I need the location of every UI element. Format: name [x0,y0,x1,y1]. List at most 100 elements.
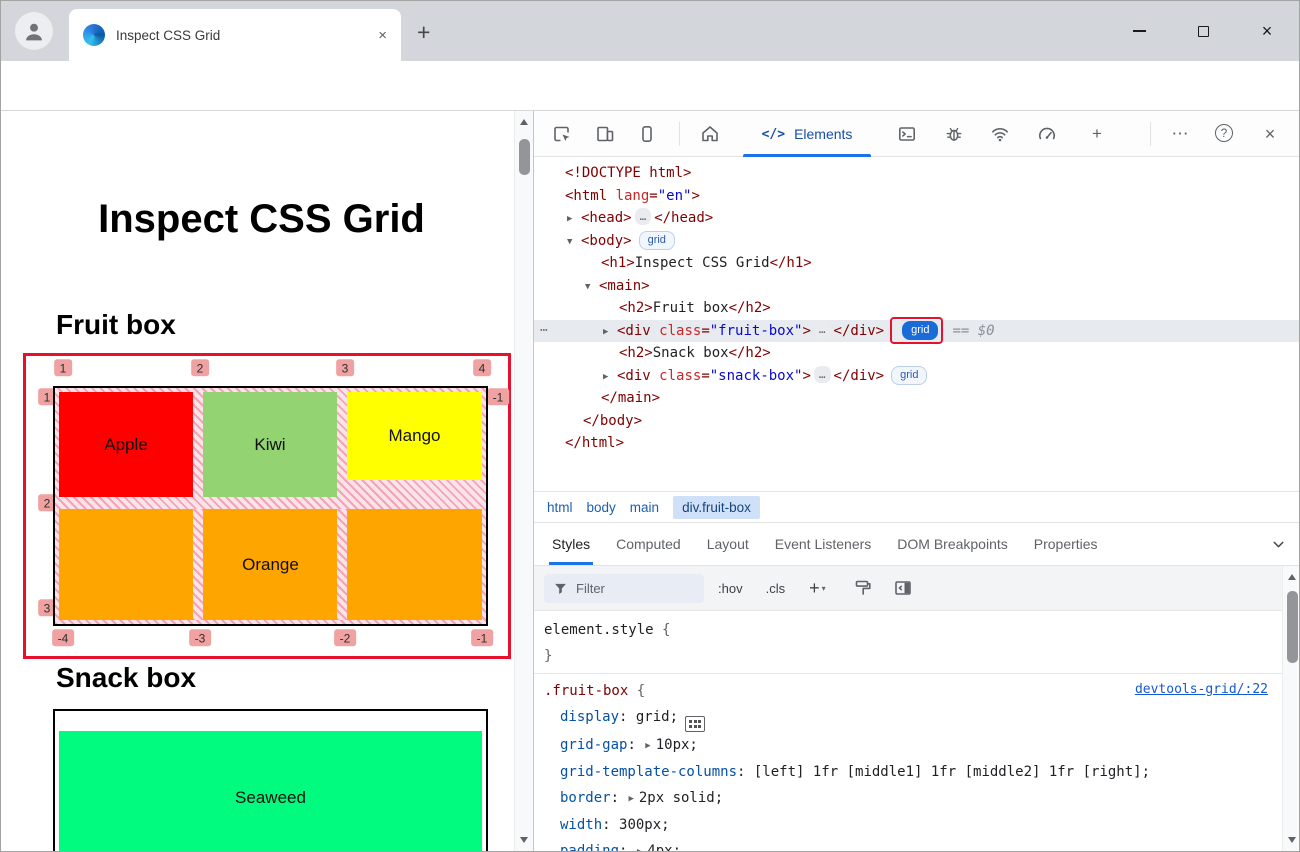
css-property[interactable]: display: grid; [534,704,1282,732]
expand-shorthand-icon[interactable]: ▶ [637,839,642,852]
css-colon: : [619,843,636,852]
breadcrumb-html[interactable]: html [547,500,573,515]
add-tools-icon[interactable]: + [1087,124,1107,144]
scroll-down-icon[interactable] [520,837,528,843]
close-devtools-icon[interactable]: × [1260,124,1280,144]
more-tools-icon[interactable]: ⋯ [1170,124,1190,144]
dom-code-text: </div> [834,323,885,339]
help-icon[interactable]: ? [1215,124,1235,144]
tab-computed[interactable]: Computed [616,523,681,565]
edge-logo-icon [83,24,105,46]
expand-arrow-icon[interactable]: ▶ [603,321,617,344]
inline-expand-icon[interactable]: … [635,208,652,225]
css-property[interactable]: border: ▶2px solid; [534,785,1282,812]
toggle-hover-state-button[interactable]: :hov [718,581,743,596]
dom-tree-row[interactable]: ⋯▶<div class="fruit-box">…</div>grid== $… [534,320,1300,343]
format-paint-icon[interactable] [853,578,873,598]
chevron-down-icon[interactable] [1270,536,1287,553]
toggle-sidebar-icon[interactable] [893,578,913,598]
dom-code-text: <h1> [601,255,635,271]
dom-tree-row[interactable]: <html lang="en"> [534,185,1300,208]
css-property-list: display: grid;grid-gap: ▶10px;grid-templ… [534,704,1282,852]
console-icon[interactable] [897,124,917,144]
tab-layout[interactable]: Layout [707,523,749,565]
css-colon: : [611,790,628,806]
scrollbar-thumb[interactable] [1287,591,1298,663]
expand-arrow-icon[interactable]: ▶ [567,208,581,231]
dom-tree-row[interactable]: ▼<body>grid [534,230,1300,253]
issues-bug-icon[interactable] [944,124,964,144]
expand-arrow-icon[interactable]: ▶ [603,366,617,389]
panel-layout-icon[interactable] [637,124,657,144]
breadcrumb-main[interactable]: main [630,500,659,515]
tab-properties[interactable]: Properties [1034,523,1098,565]
breadcrumb: html body main div.fruit-box [534,491,1300,523]
toggle-class-button[interactable]: .cls [766,581,786,596]
page-scrollbar[interactable] [514,111,533,852]
fruit-box-style-rule[interactable]: devtools-grid/:22 .fruit-box { display: … [534,674,1282,852]
collapse-arrow-icon[interactable]: ▼ [585,276,599,299]
maximize-button[interactable] [1171,1,1235,61]
css-property-value: 2px solid; [639,790,723,806]
new-style-rule-button[interactable]: + [809,578,820,599]
dom-tree-row[interactable]: </body> [534,410,1300,433]
dom-tree-row[interactable]: <h1>Inspect CSS Grid</h1> [534,252,1300,275]
grid-editor-icon[interactable] [685,716,705,732]
welcome-home-icon[interactable] [700,124,720,144]
grid-badge[interactable]: grid [891,366,927,385]
scrollbar-thumb[interactable] [519,139,530,175]
performance-icon[interactable] [1037,124,1057,144]
css-colon: : [737,764,754,780]
dom-tree-row[interactable]: ▶<div class="snack-box">…</div>grid [534,365,1300,388]
tab-styles[interactable]: Styles [552,523,590,565]
dom-code-text: == $0 [952,323,994,339]
grid-badge[interactable]: grid [639,231,675,250]
annotation-red-box: grid [890,317,943,344]
css-property[interactable]: grid-gap: ▶10px; [534,732,1282,759]
inline-expand-icon[interactable]: … [814,366,831,383]
tab-close-icon[interactable]: × [378,27,387,44]
device-emulation-icon[interactable] [595,124,615,144]
inspect-icon[interactable] [552,124,572,144]
css-property[interactable]: padding: ▶4px; [534,838,1282,852]
breadcrumb-div-fruit-box[interactable]: div.fruit-box [673,496,760,519]
breadcrumb-body[interactable]: body [587,500,616,515]
collapse-arrow-icon[interactable]: ▼ [567,231,581,254]
dom-row-actions-icon[interactable]: ⋯ [540,320,548,343]
dom-tree-row[interactable]: <h2>Snack box</h2> [534,342,1300,365]
tab-dom-breakpoints[interactable]: DOM Breakpoints [897,523,1007,565]
close-icon: × [1262,22,1273,40]
inline-expand-icon[interactable]: … [814,321,831,338]
expand-shorthand-icon[interactable]: ▶ [645,733,650,759]
scroll-down-icon[interactable] [1288,837,1296,843]
network-conditions-icon[interactable] [990,124,1010,144]
scroll-up-icon[interactable] [1288,574,1296,580]
dom-tree-row[interactable]: <!DOCTYPE html> [534,162,1300,185]
grid-badge-active[interactable]: grid [902,321,938,340]
dom-tree-row[interactable]: </main> [534,387,1300,410]
browser-tab[interactable]: Inspect CSS Grid × [69,9,401,61]
styles-scrollbar[interactable] [1282,566,1300,852]
dom-code-text: <div [617,323,659,339]
css-property[interactable]: grid-template-columns: [left] 1fr [middl… [534,759,1282,785]
source-link[interactable]: devtools-grid/:22 [1135,682,1268,697]
minimize-button[interactable] [1107,1,1171,61]
tab-elements[interactable]: </> Elements [737,111,877,157]
dom-tree-row[interactable]: ▼<main> [534,275,1300,298]
css-property[interactable]: width: 300px; [534,812,1282,838]
dom-tree-row[interactable]: </html> [534,432,1300,455]
close-brace: } [544,648,552,664]
dom-tree-row[interactable]: ▶<head>…</head> [534,207,1300,230]
dom-code-text: </h2> [729,300,771,316]
tab-event-listeners[interactable]: Event Listeners [775,523,872,565]
scroll-up-icon[interactable] [520,119,528,125]
profile-avatar[interactable] [15,12,53,50]
dom-code-text: </main> [601,390,660,406]
elements-tab-label: Elements [794,126,852,142]
element-style-rule[interactable]: element.style { } [534,611,1282,674]
expand-shorthand-icon[interactable]: ▶ [628,786,633,812]
close-window-button[interactable]: × [1235,1,1299,61]
caret-down-icon[interactable]: ▾ [822,584,826,593]
filter-input[interactable]: Filter [544,574,704,603]
new-tab-button[interactable]: + [417,19,430,46]
